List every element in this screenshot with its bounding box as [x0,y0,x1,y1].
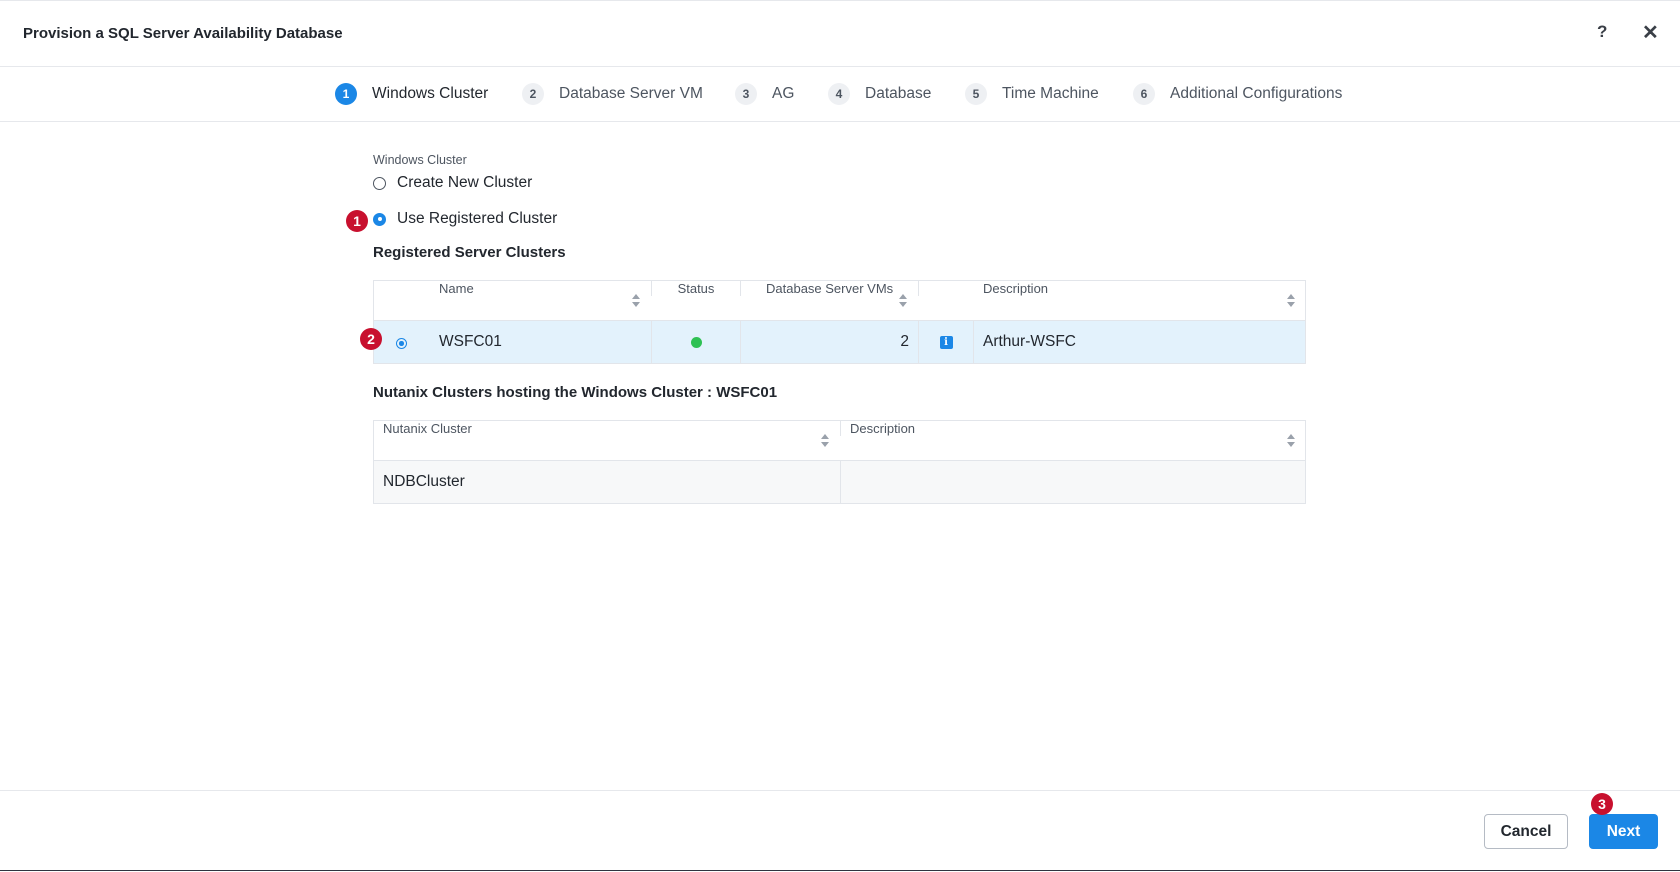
step-number: 3 [735,83,757,105]
table-header: Nutanix Cluster Description [374,421,1305,461]
radio-button-selected[interactable] [373,212,386,226]
step-database[interactable]: 4 Database [828,83,931,105]
step-additional-configurations[interactable]: 6 Additional Configurations [1133,83,1342,105]
sort-icon[interactable] [821,434,829,448]
radio-label: Create New Cluster [397,174,533,191]
cluster-name: WSFC01 [439,333,502,350]
radio-button[interactable] [373,176,386,190]
sort-icon[interactable] [899,294,907,308]
column-label: Database Server VMs [766,281,894,296]
annotation-badge-2: 2 [360,328,382,350]
step-label: Additional Configurations [1170,85,1343,102]
description-cell [841,461,1305,503]
step-time-machine[interactable]: 5 Time Machine [965,83,1099,105]
step-windows-cluster[interactable]: 1 Windows Cluster [335,83,488,105]
nutanix-clusters-table: Nutanix Cluster Description NDBCluster [373,420,1306,504]
sort-icon[interactable] [1287,294,1295,308]
step-ag[interactable]: 3 AG [735,83,794,105]
step-number: 4 [828,83,850,105]
step-database-server-vm[interactable]: 2 Database Server VM [522,83,703,105]
step-label: Database Server VM [559,85,703,102]
wizard-steps: 1 Windows Cluster 2 Database Server VM 3… [0,66,1680,122]
sort-icon[interactable] [1287,434,1295,448]
vm-count-cell: 2 [741,321,919,363]
step-number: 2 [522,83,544,105]
status-cell [652,321,741,363]
annotation-badge-3: 3 [1591,793,1613,815]
table-row: NDBCluster [374,461,1305,503]
close-icon[interactable]: ✕ [1642,20,1659,45]
dialog-footer [0,790,1680,872]
step-label: Windows Cluster [372,85,489,102]
step-number: 5 [965,83,987,105]
annotation-badge-1: 1 [346,210,368,232]
row-select-radio[interactable] [396,338,407,349]
nutanix-cluster-name: NDBCluster [383,473,465,490]
column-header-vms[interactable]: Database Server VMs [741,281,919,307]
column-label: Name [439,281,474,296]
column-label: Nutanix Cluster [383,421,472,436]
radio-use-registered-cluster[interactable]: Use Registered Cluster [373,210,557,228]
info-icon[interactable]: i [939,335,953,349]
sort-icon[interactable] [632,294,640,308]
windows-cluster-label: Windows Cluster [373,153,467,167]
column-label: Description [850,421,916,436]
radio-create-new-cluster[interactable]: Create New Cluster [373,174,532,192]
column-header-nutanix-cluster[interactable]: Nutanix Cluster [374,421,841,447]
column-header-description[interactable]: Description [841,421,1305,447]
info-cell: i [919,321,974,363]
step-number: 1 [335,83,357,105]
step-label: AG [772,85,795,102]
step-label: Time Machine [1002,85,1099,102]
nutanix-cluster-cell: NDBCluster [374,461,841,503]
step-number: 6 [1133,83,1155,105]
cancel-button[interactable]: Cancel [1484,814,1568,849]
step-label: Database [865,85,932,102]
name-cell: WSFC01 [374,321,652,363]
status-online-icon [690,336,702,348]
column-label: Status [677,281,715,296]
column-header-status[interactable]: Status [652,281,741,296]
column-label: Description [983,281,1049,296]
description-cell: Arthur-WSFC [974,321,1305,363]
dialog-title: Provision a SQL Server Availability Data… [23,25,343,42]
next-button[interactable]: Next [1589,814,1658,849]
column-header-description[interactable]: Description [974,281,1305,307]
nutanix-clusters-title: Nutanix Clusters hosting the Windows Clu… [373,384,778,401]
help-icon[interactable]: ? [1597,22,1607,42]
registered-clusters-table: Name Status Database Server VMs Descript… [373,280,1306,364]
vm-count: 2 [900,333,909,350]
dialog-header: Provision a SQL Server Availability Data… [0,1,1680,67]
cluster-description: Arthur-WSFC [983,333,1076,350]
table-row[interactable]: WSFC01 2 i Arthur-WSFC [374,321,1305,363]
column-header-name[interactable]: Name [374,281,652,307]
table-header: Name Status Database Server VMs Descript… [374,281,1305,321]
registered-clusters-title: Registered Server Clusters [373,244,566,261]
radio-label: Use Registered Cluster [397,210,558,227]
